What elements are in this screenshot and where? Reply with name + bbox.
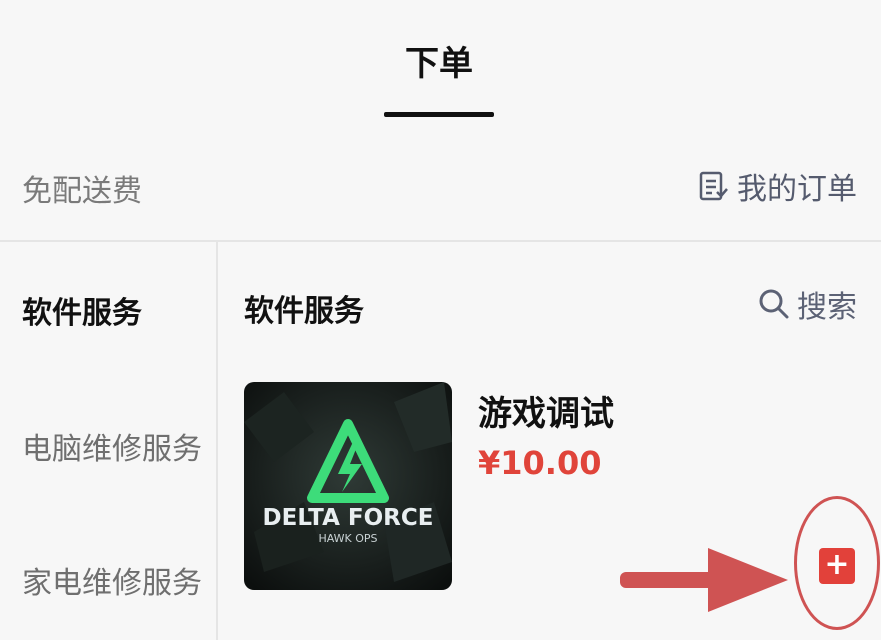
product-image[interactable]: DELTA FORCE HAWK OPS [244, 382, 452, 590]
product-price: ¥10.00 [478, 444, 602, 482]
add-to-cart-button[interactable]: + [819, 548, 855, 584]
my-orders-label: 我的订单 [737, 172, 857, 207]
my-orders-link[interactable]: 我的订单 [697, 164, 857, 208]
product-name: 游戏调试 [478, 394, 614, 434]
product-image-subtitle: HAWK OPS [318, 532, 377, 545]
search-icon [759, 289, 789, 319]
category-sidebar: 软件服务 电脑维修服务 家电维修服务 [0, 242, 218, 640]
active-tab-indicator [384, 112, 494, 117]
shipping-info: 免配送费 [22, 174, 142, 209]
sidebar-item-computer-repair[interactable]: 电脑维修服务 [22, 424, 202, 468]
info-row: 免配送费 我的订单 [0, 140, 881, 242]
annotation-arrow [620, 548, 788, 612]
product-image-title: DELTA FORCE [263, 505, 434, 531]
order-list-icon [699, 171, 728, 201]
sidebar-item-software[interactable]: 软件服务 [22, 288, 142, 332]
tab-order[interactable]: 下单 [384, 36, 494, 85]
top-tab-bar: 下单 [0, 0, 881, 130]
search-label: 搜索 [797, 290, 857, 325]
sidebar-item-appliance-repair[interactable]: 家电维修服务 [22, 558, 202, 602]
search-button[interactable]: 搜索 [757, 282, 857, 326]
section-title: 软件服务 [244, 294, 364, 329]
